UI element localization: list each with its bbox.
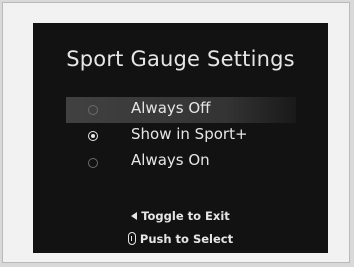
- option-label: Always Off: [131, 99, 211, 117]
- option-label: Show in Sport+: [131, 125, 248, 143]
- screen-title: Sport Gauge Settings: [66, 47, 295, 71]
- display-screen: Sport Gauge Settings Always Off Show in …: [33, 23, 328, 253]
- left-triangle-icon: [131, 209, 138, 223]
- option-show-in-sport-plus[interactable]: Show in Sport+: [33, 123, 328, 151]
- radio-unselected-icon: [88, 105, 98, 115]
- radio-unselected-icon: [88, 158, 98, 168]
- toggle-to-exit-label: Toggle to Exit: [141, 209, 230, 223]
- push-to-select-label: Push to Select: [139, 232, 234, 246]
- option-label: Always On: [131, 151, 210, 169]
- option-always-on[interactable]: Always On: [33, 151, 328, 179]
- figure-frame: Sport Gauge Settings Always Off Show in …: [2, 2, 350, 263]
- option-always-off[interactable]: Always Off: [33, 95, 328, 123]
- toggle-to-exit-hint: Toggle to Exit: [33, 209, 328, 223]
- push-knob-icon: [127, 232, 136, 246]
- radio-selected-icon: [88, 131, 98, 141]
- push-to-select-hint: Push to Select: [33, 232, 328, 246]
